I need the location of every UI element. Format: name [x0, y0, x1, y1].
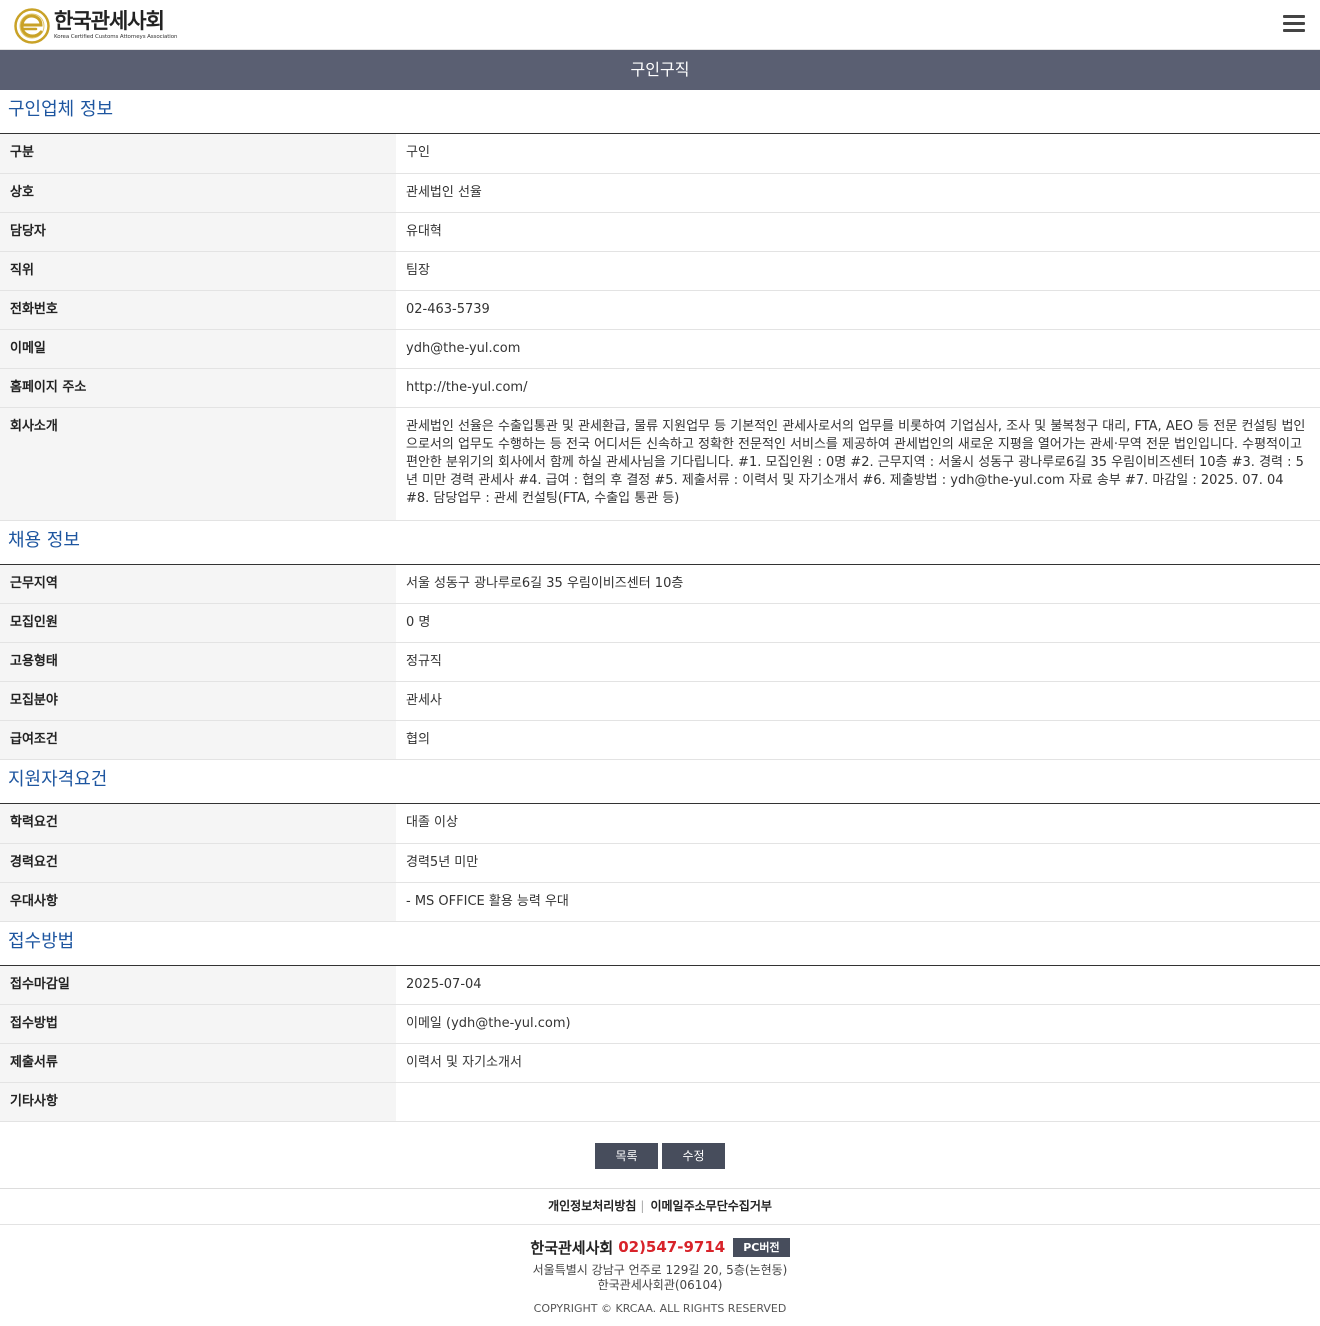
- footer-address-line2: 한국관세사회관(06104): [597, 1278, 723, 1293]
- row-label: 급여조건: [0, 720, 396, 761]
- table-row: 모집인원 0 명: [0, 603, 1320, 644]
- table-row: 구분 구인: [0, 134, 1320, 174]
- table-row: 접수마감일 2025-07-04: [0, 965, 1320, 1006]
- job-info-table: 근무지역 서울 성동구 광나루로6길 35 우림이비즈센터 10층 모집인원 0…: [0, 564, 1320, 761]
- logo-korean-text: 한국관세사회: [54, 9, 165, 34]
- row-value: 유대혁: [396, 212, 1320, 252]
- job-info-heading: 채용 정보: [0, 521, 1320, 565]
- row-value: 0 명: [396, 603, 1320, 644]
- footer-org-name: 한국관세사회: [530, 1238, 614, 1257]
- row-value: - MS OFFICE 활용 능력 우대: [396, 882, 1320, 922]
- row-value: 서울 성동구 광나루로6길 35 우림이비즈센터 10층: [396, 564, 1320, 605]
- row-label: 근무지역: [0, 564, 396, 605]
- row-value: 관세사: [396, 681, 1320, 722]
- email-refusal-link[interactable]: 이메일주소무단수집거부: [650, 1199, 771, 1213]
- row-value: 팀장: [396, 251, 1320, 291]
- row-label: 구분: [0, 134, 396, 174]
- row-label: 홈페이지 주소: [0, 368, 396, 408]
- hamburger-menu-icon[interactable]: [1283, 15, 1305, 33]
- row-label: 모집분야: [0, 681, 396, 722]
- row-label: 담당자: [0, 212, 396, 252]
- page-title: 구인구직: [0, 50, 1320, 90]
- row-label: 기타사항: [0, 1082, 396, 1123]
- row-label: 상호: [0, 173, 396, 213]
- apply-method-table: 접수마감일 2025-07-04 접수방법 이메일 (ydh@the-yul.c…: [0, 965, 1320, 1123]
- pc-version-button[interactable]: PC버전: [733, 1237, 790, 1257]
- row-label: 경력요건: [0, 843, 396, 883]
- footer-address-line1: 서울특별시 강남구 언주로 129길 20, 5층(논현동): [532, 1263, 788, 1278]
- table-row: 고용형태 정규직: [0, 642, 1320, 683]
- row-value: 이메일 (ydh@the-yul.com): [396, 1004, 1320, 1045]
- table-row: 제출서류 이력서 및 자기소개서: [0, 1043, 1320, 1084]
- table-row: 근무지역 서울 성동구 광나루로6길 35 우림이비즈센터 10층: [0, 564, 1320, 605]
- company-intro-text: 관세법인 선율은 수출입통관 및 관세환급, 물류 지원업무 등 기본적인 관세…: [396, 407, 1320, 521]
- table-row: 학력요건 대졸 이상: [0, 804, 1320, 844]
- footer-links: 개인정보처리방침 | 이메일주소무단수집거부: [0, 1189, 1320, 1226]
- krcaa-emblem-icon: [14, 8, 50, 44]
- homepage-link[interactable]: http://the-yul.com/: [396, 368, 1320, 408]
- row-value: 대졸 이상: [396, 804, 1320, 844]
- edit-button[interactable]: 수정: [662, 1143, 725, 1170]
- table-row: 이메일 ydh@the-yul.com: [0, 329, 1320, 369]
- row-value: 이력서 및 자기소개서: [396, 1043, 1320, 1084]
- qualification-table: 학력요건 대졸 이상 경력요건 경력5년 미만 우대사항 - MS OFFICE…: [0, 804, 1320, 922]
- row-label: 직위: [0, 251, 396, 291]
- row-value: 2025-07-04: [396, 965, 1320, 1006]
- list-button[interactable]: 목록: [595, 1143, 658, 1170]
- row-label: 우대사항: [0, 882, 396, 922]
- row-label: 학력요건: [0, 804, 396, 844]
- table-row: 상호 관세법인 선율: [0, 173, 1320, 213]
- company-info-heading: 구인업체 정보: [0, 90, 1320, 134]
- row-value: 02-463-5739: [396, 290, 1320, 330]
- table-row: 직위 팀장: [0, 251, 1320, 291]
- footer-copyright: COPYRIGHT © KRCAA. ALL RIGHTS RESERVED: [533, 1302, 787, 1316]
- footer-info: 한국관세사회 02)547-9714 PC버전 서울특별시 강남구 언주로 12…: [0, 1225, 1320, 1315]
- table-row: 기타사항: [0, 1082, 1320, 1123]
- privacy-policy-link[interactable]: 개인정보처리방침: [548, 1199, 636, 1213]
- table-row: 급여조건 협의: [0, 720, 1320, 761]
- table-row: 경력요건 경력5년 미만: [0, 843, 1320, 883]
- qualification-heading: 지원자격요건: [0, 760, 1320, 805]
- table-row: 홈페이지 주소 http://the-yul.com/: [0, 368, 1320, 408]
- company-info-table: 구분 구인 상호 관세법인 선율 담당자 유대혁 직위 팀장 전화번호 02-4…: [0, 134, 1320, 521]
- row-label: 고용형태: [0, 642, 396, 683]
- table-row: 회사소개 관세법인 선율은 수출입통관 및 관세환급, 물류 지원업무 등 기본…: [0, 407, 1320, 521]
- apply-method-heading: 접수방법: [0, 922, 1320, 966]
- email-value[interactable]: ydh@the-yul.com: [396, 329, 1320, 369]
- row-label: 모집인원: [0, 603, 396, 644]
- table-row: 우대사항 - MS OFFICE 활용 능력 우대: [0, 882, 1320, 922]
- krcaa-logo[interactable]: 한국관세사회 Korea Certified Customs Attorneys…: [14, 8, 177, 44]
- row-value: 관세법인 선율: [396, 173, 1320, 213]
- row-value: 구인: [396, 134, 1320, 174]
- table-row: 모집분야 관세사: [0, 681, 1320, 722]
- logo-english-text: Korea Certified Customs Attorneys Associ…: [54, 34, 178, 41]
- row-value: 경력5년 미만: [396, 843, 1320, 883]
- link-divider: |: [640, 1199, 645, 1214]
- row-label: 이메일: [0, 329, 396, 369]
- row-value: [396, 1082, 1320, 1123]
- row-value: 정규직: [396, 642, 1320, 683]
- row-label: 전화번호: [0, 290, 396, 330]
- row-label: 회사소개: [0, 407, 396, 521]
- table-row: 접수방법 이메일 (ydh@the-yul.com): [0, 1004, 1320, 1045]
- row-label: 접수방법: [0, 1004, 396, 1045]
- row-label: 접수마감일: [0, 965, 396, 1006]
- row-label: 제출서류: [0, 1043, 396, 1084]
- table-row: 전화번호 02-463-5739: [0, 290, 1320, 330]
- top-header: 한국관세사회 Korea Certified Customs Attorneys…: [0, 0, 1320, 50]
- footer-phone[interactable]: 02)547-9714: [618, 1238, 725, 1256]
- action-buttons: 목록 수정: [0, 1122, 1320, 1190]
- table-row: 담당자 유대혁: [0, 212, 1320, 252]
- row-value: 협의: [396, 720, 1320, 761]
